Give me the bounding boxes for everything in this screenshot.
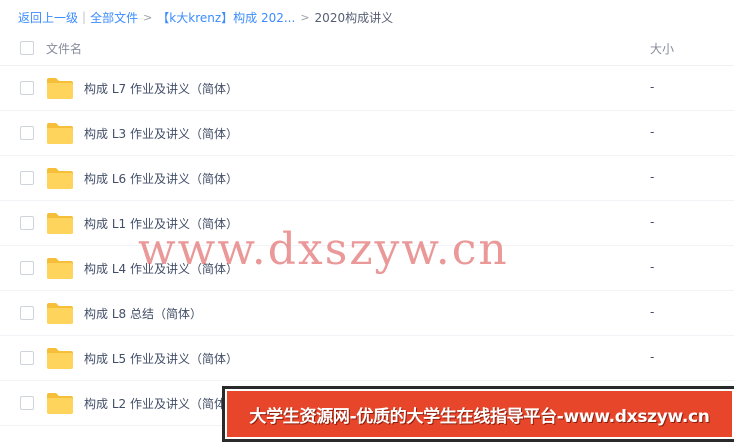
breadcrumb: 返回上一级 | 全部文件 > 【k大krenz】构成 202... > 2020…	[18, 8, 393, 26]
file-size: -	[650, 125, 655, 139]
breadcrumb-separator: >	[143, 10, 153, 24]
row-checkbox[interactable]	[20, 126, 34, 140]
file-name[interactable]: 构成 L3 作业及讲义（简体）	[84, 125, 238, 142]
breadcrumb-divider: |	[82, 10, 87, 24]
watermark-text: www.dxszyw.cn	[138, 224, 509, 275]
folder-icon	[47, 78, 73, 99]
breadcrumb-separator: >	[300, 10, 310, 24]
row-checkbox[interactable]	[20, 396, 34, 410]
breadcrumb-current: 2020构成讲义	[314, 10, 394, 25]
folder-icon	[47, 168, 73, 189]
folder-icon	[47, 123, 73, 144]
file-size: -	[650, 305, 655, 319]
row-checkbox[interactable]	[20, 171, 34, 185]
row-checkbox[interactable]	[20, 261, 34, 275]
file-size: -	[650, 80, 655, 94]
select-all-checkbox[interactable]	[20, 41, 34, 55]
file-row[interactable]: 构成 L7 作业及讲义（简体） -	[0, 66, 734, 111]
all-files-link[interactable]: 全部文件	[90, 9, 138, 26]
file-size: -	[650, 260, 655, 274]
folder-icon	[47, 393, 73, 414]
row-checkbox[interactable]	[20, 306, 34, 320]
file-name[interactable]: 构成 L2 作业及讲义（简体）	[84, 395, 238, 412]
file-name[interactable]: 构成 L5 作业及讲义（简体）	[84, 350, 238, 367]
file-row[interactable]: 构成 L3 作业及讲义（简体） -	[0, 111, 734, 156]
promo-banner-text: 大学生资源网-优质的大学生在线指导平台-www.dxszyw.cn	[249, 406, 710, 427]
promo-banner: 大学生资源网-优质的大学生在线指导平台-www.dxszyw.cn	[222, 386, 734, 442]
row-checkbox[interactable]	[20, 351, 34, 365]
breadcrumb-parent-folder[interactable]: 【k大krenz】构成 202...	[157, 9, 295, 26]
row-checkbox[interactable]	[20, 216, 34, 230]
column-header-size[interactable]: 大小	[650, 40, 674, 57]
file-row[interactable]: 构成 L8 总结（简体） -	[0, 291, 734, 336]
folder-icon	[47, 213, 73, 234]
file-row[interactable]: 构成 L5 作业及讲义（简体） -	[0, 336, 734, 381]
file-size: -	[650, 215, 655, 229]
file-name[interactable]: 构成 L6 作业及讲义（简体）	[84, 170, 238, 187]
row-checkbox[interactable]	[20, 81, 34, 95]
file-list-header: 文件名 大小	[0, 30, 734, 66]
file-name[interactable]: 构成 L7 作业及讲义（简体）	[84, 80, 238, 97]
folder-icon	[47, 303, 73, 324]
file-name[interactable]: 构成 L8 总结（简体）	[84, 305, 202, 322]
column-header-name[interactable]: 文件名	[46, 40, 82, 57]
file-size: -	[650, 350, 655, 364]
back-link[interactable]: 返回上一级	[18, 9, 78, 26]
folder-icon	[47, 348, 73, 369]
file-row[interactable]: 构成 L6 作业及讲义（简体） -	[0, 156, 734, 201]
folder-icon	[47, 258, 73, 279]
file-size: -	[650, 170, 655, 184]
